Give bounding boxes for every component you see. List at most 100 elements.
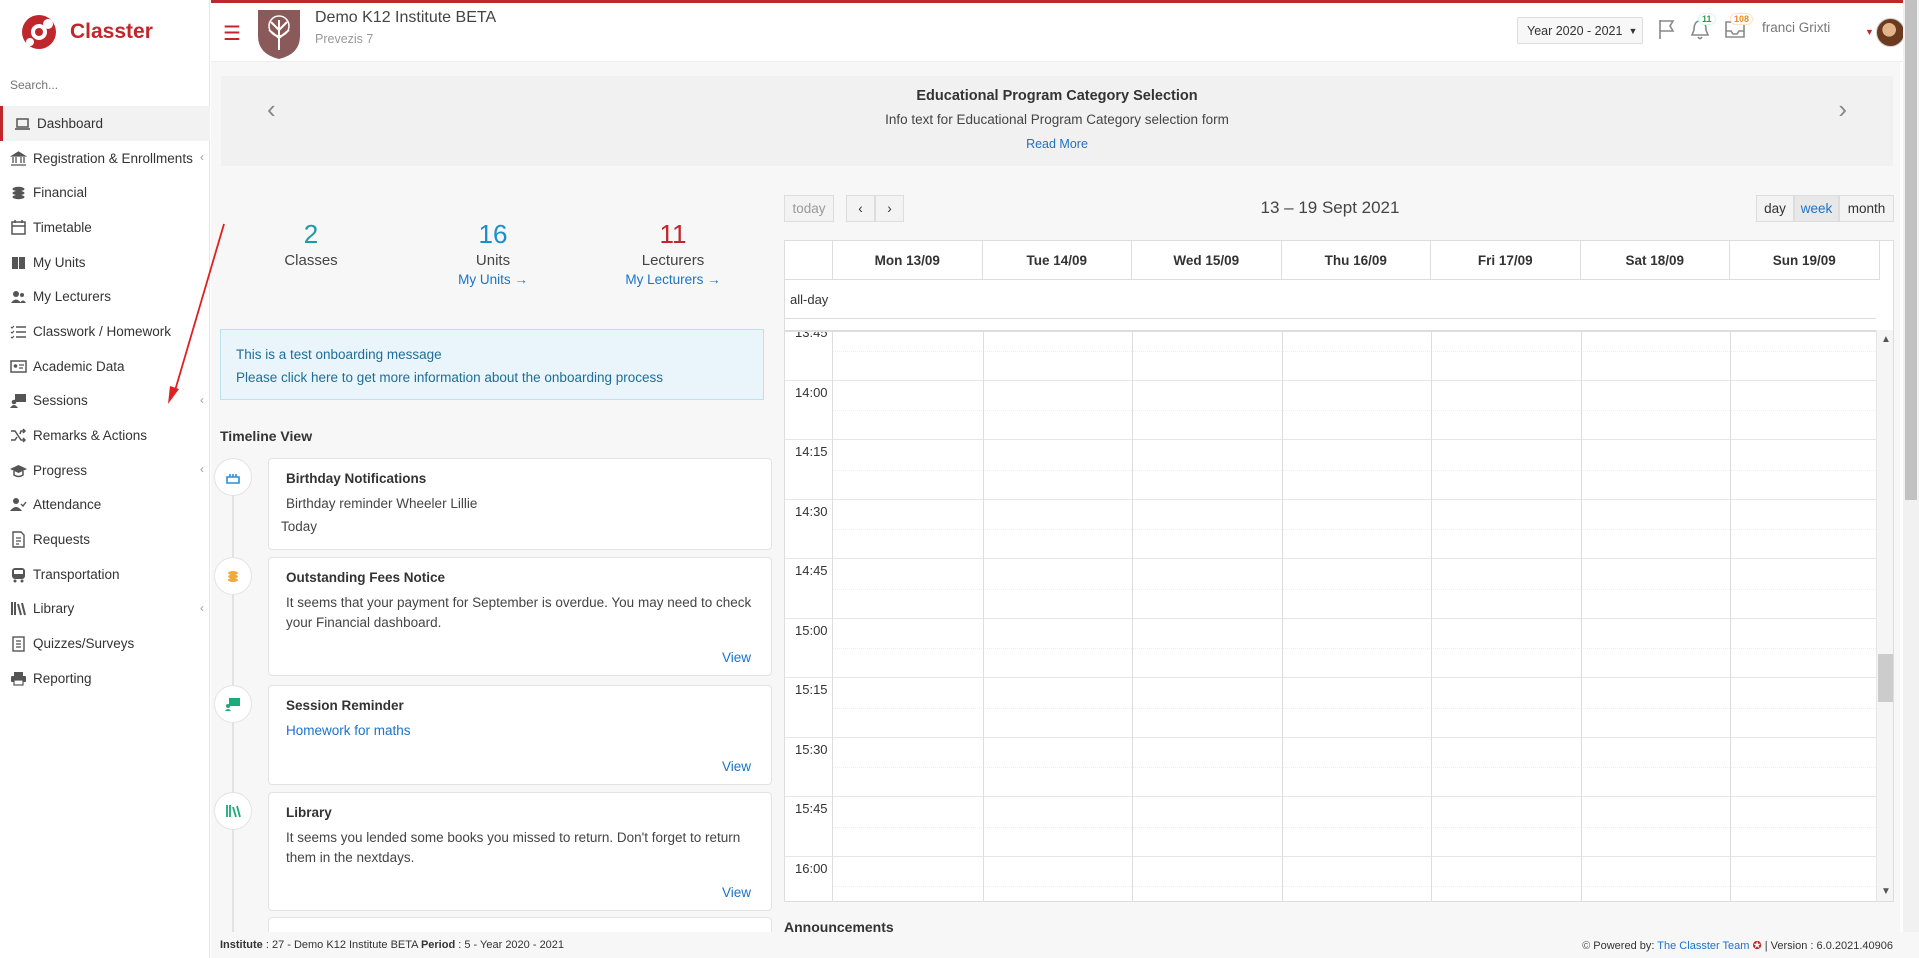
time-slot[interactable]: 14:00: [785, 379, 1876, 440]
time-label: 14:30: [795, 503, 828, 518]
time-slot[interactable]: 13:45: [785, 332, 1876, 380]
onboarding-link[interactable]: Please click here to get more informatio…: [236, 366, 748, 389]
time-slot[interactable]: 15:30: [785, 736, 1876, 797]
user-menu-chevron-icon[interactable]: ▼: [1865, 27, 1874, 37]
time-label: 14:00: [795, 384, 828, 399]
half-slot-line: [833, 469, 1876, 471]
homework-link[interactable]: Homework for maths: [286, 721, 754, 741]
onboarding-alert[interactable]: This is a test onboarding message Please…: [220, 329, 764, 400]
sidebar-item-remarks-actions[interactable]: Remarks & Actions: [0, 418, 210, 453]
laptop-icon: [15, 118, 30, 130]
day-header: Sat 18/09: [1580, 241, 1730, 280]
sidebar-item-label: Quizzes/Surveys: [33, 636, 135, 652]
half-slot-line: [833, 410, 1876, 412]
avatar[interactable]: [1876, 18, 1905, 47]
chevron-left-icon[interactable]: ‹: [200, 601, 204, 615]
time-slot[interactable]: 15:45: [785, 796, 1876, 856]
today-button[interactable]: today: [784, 195, 834, 222]
read-more-link[interactable]: Read More: [1026, 137, 1088, 151]
scrollbar-thumb[interactable]: [1878, 654, 1893, 702]
hamburger-menu-icon[interactable]: ☰: [223, 21, 241, 46]
time-label: 15:45: [795, 801, 828, 815]
chevron-left-icon[interactable]: ‹: [200, 150, 204, 164]
banner-read-more: Read More: [221, 137, 1893, 151]
time-slot[interactable]: 15:00: [785, 617, 1876, 678]
scroll-up-icon[interactable]: ▲: [1881, 334, 1891, 345]
timeline-card-body: Birthday reminder Wheeler Lillie: [286, 496, 478, 511]
calendar-scrollbar[interactable]: ▲ ▼: [1876, 330, 1893, 901]
year-selector-value: Year 2020 - 2021: [1527, 23, 1623, 38]
sidebar-item-label: My Lecturers: [33, 289, 112, 305]
sidebar-item-dashboard[interactable]: Dashboard: [0, 106, 210, 141]
time-slot[interactable]: 14:15: [785, 439, 1876, 499]
sidebar-item-requests[interactable]: Requests: [0, 522, 210, 557]
sidebar-item-label: Attendance: [33, 497, 102, 513]
bus-icon: [12, 567, 25, 583]
view-month-button[interactable]: month: [1839, 195, 1894, 222]
shuffle-icon: [11, 428, 27, 443]
sidebar-search-input[interactable]: [10, 74, 200, 96]
view-week-button[interactable]: week: [1794, 195, 1839, 222]
sidebar-item-label: Remarks & Actions: [33, 428, 148, 444]
time-slot[interactable]: 14:30: [785, 498, 1876, 559]
list-icon: [10, 325, 26, 339]
view-link[interactable]: View: [722, 885, 751, 900]
sidebar-item-attendance[interactable]: Attendance: [0, 488, 210, 523]
user-name[interactable]: franci Grixti: [1762, 20, 1830, 35]
half-slot-line: [833, 767, 1876, 769]
calendar-prev-button[interactable]: ‹: [846, 195, 875, 222]
allday-label: all-day: [790, 292, 829, 307]
institute-logo-icon: [258, 10, 300, 59]
calendar-range-title: 13 – 19 Sept 2021: [1260, 198, 1400, 217]
my-units-link[interactable]: My Units →: [428, 272, 558, 287]
calendar-grid: Mon 13/09 Tue 14/09 Wed 15/09 Thu 16/09 Fri …: [784, 240, 1894, 902]
view-day-button[interactable]: day: [1756, 195, 1794, 222]
time-grid: 13:45 14:00 14:15 14:30 14:45 15:00 15:15 15:30…: [785, 330, 1876, 902]
time-label: 14:15: [795, 444, 828, 458]
calendar-next-button[interactable]: ›: [875, 195, 904, 222]
id-card-icon: [10, 359, 27, 373]
time-slot[interactable]: 15:15: [785, 677, 1876, 737]
sidebar-item-label: Library: [33, 601, 75, 617]
sidebar-item-financial[interactable]: Financial: [0, 175, 210, 210]
page-scrollbar-thumb[interactable]: [1905, 0, 1917, 500]
stat-units-label: Units: [475, 252, 511, 269]
day-header: Sun 19/09: [1730, 241, 1880, 280]
sidebar-item-transportation[interactable]: Transportation: [0, 557, 210, 592]
view-link[interactable]: View: [722, 759, 751, 774]
timeline-card-session: Session Reminder Homework for maths View: [268, 685, 772, 785]
time-label: 15:30: [795, 741, 828, 756]
stat-lecturers: 11 Lecturers My Lecturers →: [608, 219, 738, 287]
year-selector[interactable]: Year 2020 - 2021 ▼: [1517, 17, 1643, 44]
sidebar-item-progress[interactable]: Progress ‹: [0, 453, 210, 488]
footer-institute-label: Institute: [220, 939, 263, 951]
time-slot[interactable]: 16:00: [785, 855, 1876, 902]
footer-period-value: : 5 - Year 2020 - 2021: [455, 939, 565, 951]
stat-classes: 2 Classes: [246, 219, 376, 269]
time-slot[interactable]: 14:45: [785, 558, 1876, 618]
sidebar-item-label: My Units: [33, 254, 86, 270]
sidebar-item-label: Sessions: [33, 393, 88, 409]
sidebar-item-quizzes-surveys[interactable]: Quizzes/Surveys: [0, 626, 210, 661]
chevron-left-icon[interactable]: ‹: [200, 462, 204, 476]
stat-lecturers-value: 11: [659, 219, 687, 249]
sidebar-item-label: Dashboard: [37, 115, 104, 131]
classter-team-link[interactable]: The Classter Team: [1657, 940, 1749, 952]
coins-icon: [12, 187, 25, 200]
page-scrollbar[interactable]: [1903, 0, 1919, 958]
books-icon: [11, 602, 26, 616]
my-lecturers-link[interactable]: My Lecturers →: [608, 272, 738, 287]
allday-row: all-day: [785, 280, 1876, 319]
sidebar-item-reporting[interactable]: Reporting: [0, 661, 210, 696]
brand-logo[interactable]: Classter: [20, 10, 153, 54]
messages-badge: 108: [1730, 13, 1754, 25]
scroll-down-icon[interactable]: ▼: [1881, 886, 1891, 897]
stat-units: 16 Units My Units →: [428, 219, 558, 287]
sidebar-item-library[interactable]: Library ‹: [0, 592, 210, 627]
stat-units-value: 16: [478, 219, 508, 249]
stat-classes-label: Classes: [284, 252, 338, 269]
view-link[interactable]: View: [722, 650, 751, 665]
users-icon: [11, 291, 26, 304]
sidebar-item-registration-enrollments[interactable]: Registration & Enrollments ‹: [0, 141, 210, 176]
flag-icon[interactable]: [1656, 18, 1678, 40]
